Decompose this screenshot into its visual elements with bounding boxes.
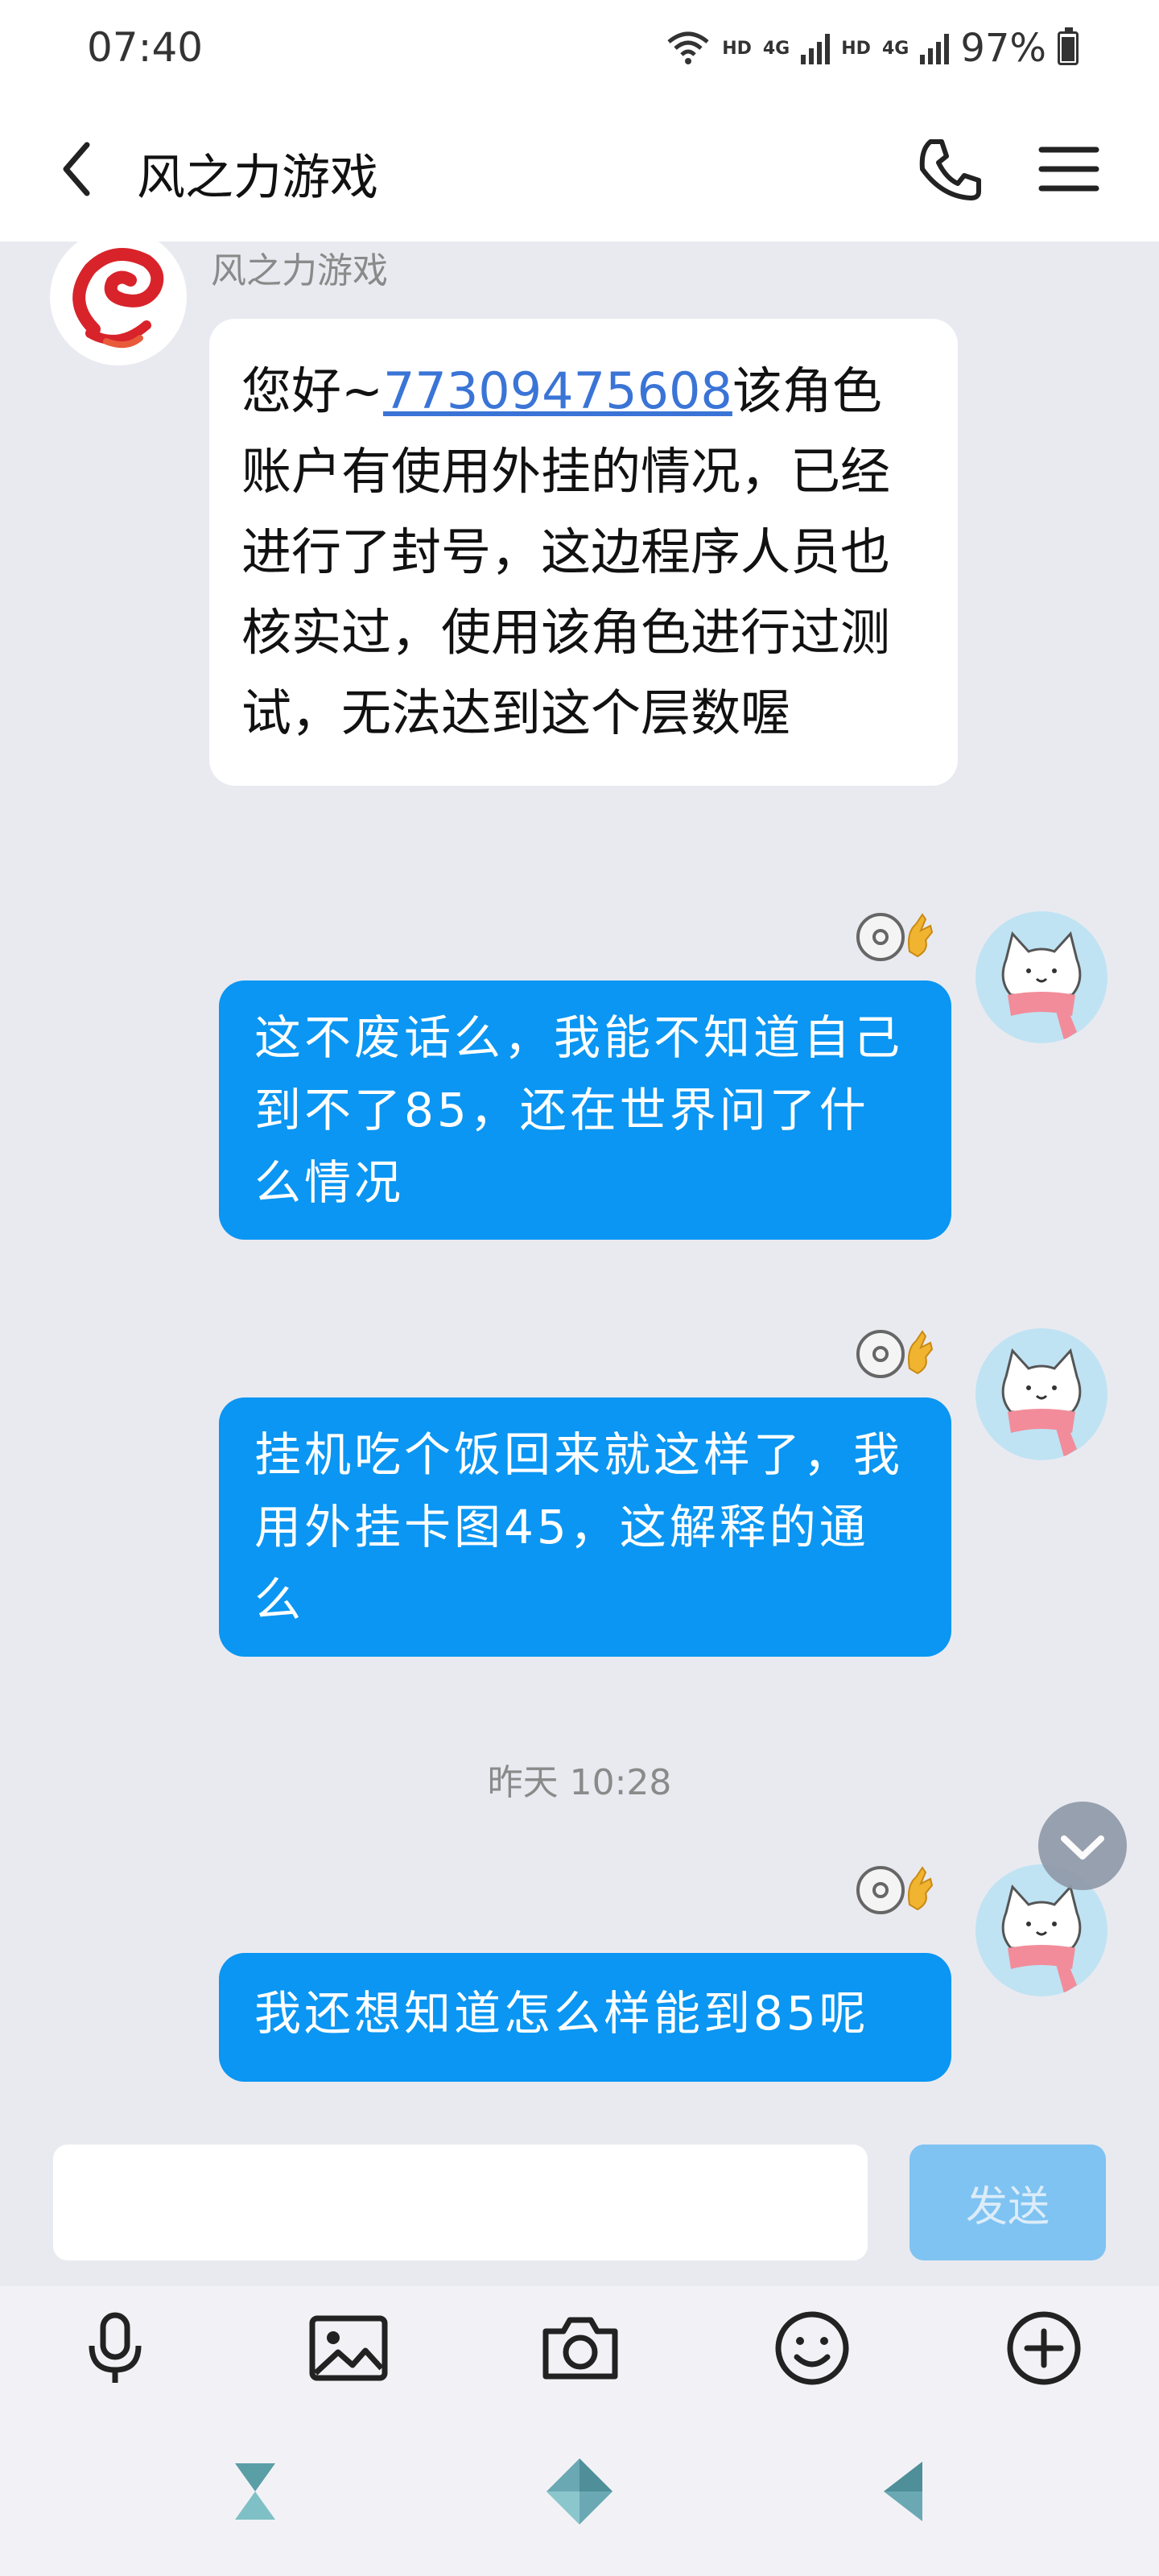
scroll-to-bottom-button[interactable] (1038, 1802, 1127, 1890)
message-text: 这不废话么，我能不知道自己到不了85，还在世界问了什么情况 (254, 1010, 904, 1210)
read-status-icon (856, 1330, 934, 1378)
hd-indicator: HD (722, 38, 752, 59)
outgoing-message-bubble[interactable]: 这不废话么，我能不知道自己到不了85，还在世界问了什么情况 (219, 980, 951, 1240)
home-icon[interactable] (535, 2447, 624, 2536)
message-timestamp: 昨天 10:28 (487, 1762, 672, 1803)
user-avatar[interactable] (975, 911, 1107, 1043)
recent-apps-icon[interactable] (211, 2447, 299, 2536)
signal-icon (801, 32, 831, 64)
battery-icon (1058, 27, 1079, 65)
sender-avatar[interactable] (50, 242, 187, 365)
chat-header: 风之力游戏 (0, 97, 1159, 242)
sender-name: 风之力游戏 (211, 250, 388, 291)
camera-icon[interactable] (536, 2304, 625, 2392)
plus-icon[interactable] (1000, 2304, 1088, 2392)
incoming-message-bubble[interactable]: 您好~77309475608该角色账户有使用外挂的情况，已经进行了封号，这边程序… (209, 319, 958, 786)
status-time: 07:40 (87, 24, 204, 71)
microphone-icon[interactable] (71, 2304, 159, 2392)
wifi-icon (667, 31, 709, 64)
menu-icon[interactable] (1029, 129, 1109, 209)
emoji-icon[interactable] (768, 2304, 856, 2392)
account-id-link[interactable]: 77309475608 (383, 361, 732, 420)
system-navigation-bar (0, 2399, 1159, 2576)
composer-toolbar (0, 2286, 1159, 2399)
message-text: 挂机吃个饭回来就这样了，我用外挂卡图45，这解释的通么 (254, 1427, 904, 1627)
status-bar: 07:40 HD 4G HD 4G 97% (0, 0, 1159, 97)
chat-title: 风之力游戏 (137, 150, 378, 206)
cat-avatar-icon (1001, 1348, 1082, 1457)
user-avatar[interactable] (975, 1328, 1107, 1460)
back-arrow-icon[interactable] (42, 129, 122, 209)
back-icon[interactable] (860, 2447, 948, 2536)
signal-icon-2 (920, 32, 950, 64)
message-list[interactable]: 风之力游戏 您好~77309475608该角色账户有使用外挂的情况，已经进行了封… (0, 242, 1159, 2125)
composer: 发送 (0, 2125, 1159, 2286)
read-status-icon (856, 1866, 934, 1914)
game-logo-icon (72, 248, 164, 349)
image-icon[interactable] (304, 2304, 393, 2392)
network-type-2: 4G (881, 38, 909, 59)
read-status-icon (856, 913, 934, 961)
send-button[interactable]: 发送 (909, 2145, 1106, 2260)
message-text: 您好~ (241, 361, 383, 420)
status-icons: HD 4G HD 4G 97% (666, 24, 1079, 72)
battery-percent: 97% (960, 26, 1046, 71)
network-type: 4G (762, 38, 790, 59)
cat-avatar-icon (1001, 931, 1082, 1040)
outgoing-message-bubble[interactable]: 挂机吃个饭回来就这样了，我用外挂卡图45，这解释的通么 (219, 1397, 951, 1657)
message-input[interactable] (53, 2145, 868, 2260)
outgoing-message-bubble[interactable]: 我还想知道怎么样能到85呢 (219, 1953, 951, 2082)
chevron-down-icon (1061, 1835, 1104, 1860)
message-text: 我还想知道怎么样能到85呢 (254, 1986, 869, 2041)
hd-indicator-2: HD (841, 38, 871, 59)
phone-call-icon[interactable] (909, 129, 990, 209)
